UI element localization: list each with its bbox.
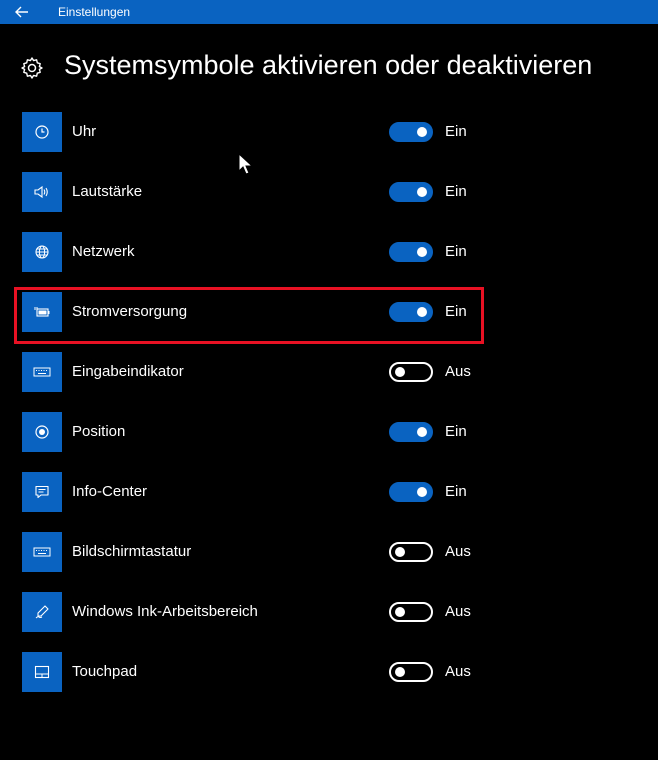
toggle-stromversorgung[interactable] [389,302,433,322]
speaker-icon [22,172,62,212]
setting-row-lautstaerke: Lautstärke Ein [22,172,492,212]
clock-icon [22,112,62,152]
toggle-state-label: Ein [445,303,467,320]
toggle-knob [417,307,427,317]
toggle-knob [417,127,427,137]
toggle-lautstaerke[interactable] [389,182,433,202]
setting-label: Info-Center [72,483,148,500]
setting-label: Lautstärke [72,183,143,200]
toggle-uhr[interactable] [389,122,433,142]
toggle-state-label: Aus [445,603,471,620]
toggle-state-label: Ein [445,123,467,140]
back-button[interactable] [0,0,44,24]
page-title: Systemsymbole aktivieren oder deaktivier… [64,50,593,80]
mouse-cursor-icon [238,153,254,175]
setting-row-uhr: Uhr Ein [22,112,492,152]
toggle-knob [395,547,405,557]
toggle-position[interactable] [389,422,433,442]
setting-row-bildschirmtastatur: Bildschirmtastatur Aus [22,532,492,572]
setting-label: Stromversorgung [72,303,188,320]
toggle-state-label: Ein [445,423,467,440]
toggle-touchpad[interactable] [389,662,433,682]
toggle-windows-ink[interactable] [389,602,433,622]
touchpad-icon [22,652,62,692]
toggle-bildschirmtastatur[interactable] [389,542,433,562]
toggle-knob [417,427,427,437]
setting-label: Position [72,423,126,440]
toggle-knob [395,367,405,377]
toggle-knob [395,667,405,677]
toggle-state-label: Ein [445,243,467,260]
toggle-state-label: Aus [445,663,471,680]
setting-row-eingabeindikator: Eingabeindikator Aus [22,352,492,392]
toggle-state-label: Aus [445,363,471,380]
setting-row-touchpad: Touchpad Aus [22,652,492,692]
toggle-state-label: Ein [445,183,467,200]
setting-label: Touchpad [72,663,138,680]
toggle-state-label: Ein [445,483,467,500]
toggle-knob [395,607,405,617]
globe-icon [22,232,62,272]
toggle-eingabeindikator[interactable] [389,362,433,382]
setting-label: Windows Ink-Arbeitsbereich [72,603,258,620]
location-icon [22,412,62,452]
setting-row-windows-ink: Windows Ink-Arbeitsbereich Aus [22,592,492,632]
message-icon [22,472,62,512]
setting-label: Netzwerk [72,243,135,260]
keyboard-icon [22,352,62,392]
setting-label: Uhr [72,123,97,140]
setting-label: Eingabeindikator [72,363,184,380]
title-bar: Einstellungen [0,0,658,24]
toggle-knob [417,247,427,257]
toggle-knob [417,187,427,197]
toggle-knob [417,487,427,497]
arrow-left-icon [15,6,28,18]
pen-icon [22,592,62,632]
setting-label: Bildschirmtastatur [72,543,192,560]
gear-icon [21,57,43,79]
toggle-info-center[interactable] [389,482,433,502]
setting-row-info-center: Info-Center Ein [22,472,492,512]
setting-row-stromversorgung: Stromversorgung Ein [22,292,492,332]
battery-plug-icon [22,292,62,332]
keyboard-icon [22,532,62,572]
setting-row-netzwerk: Netzwerk Ein [22,232,492,272]
toggle-state-label: Aus [445,543,471,560]
setting-row-position: Position Ein [22,412,492,452]
app-title: Einstellungen [58,5,131,19]
toggle-netzwerk[interactable] [389,242,433,262]
